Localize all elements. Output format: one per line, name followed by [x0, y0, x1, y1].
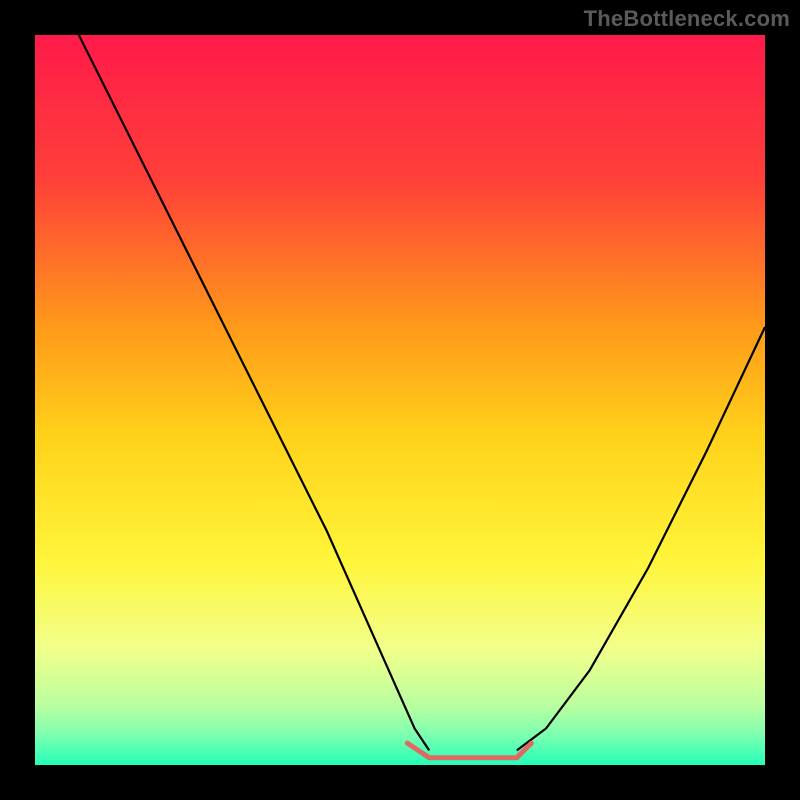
watermark-label: TheBottleneck.com — [584, 6, 790, 32]
chart-container — [35, 35, 765, 765]
chart-svg — [35, 35, 765, 765]
gradient-background — [35, 35, 765, 765]
